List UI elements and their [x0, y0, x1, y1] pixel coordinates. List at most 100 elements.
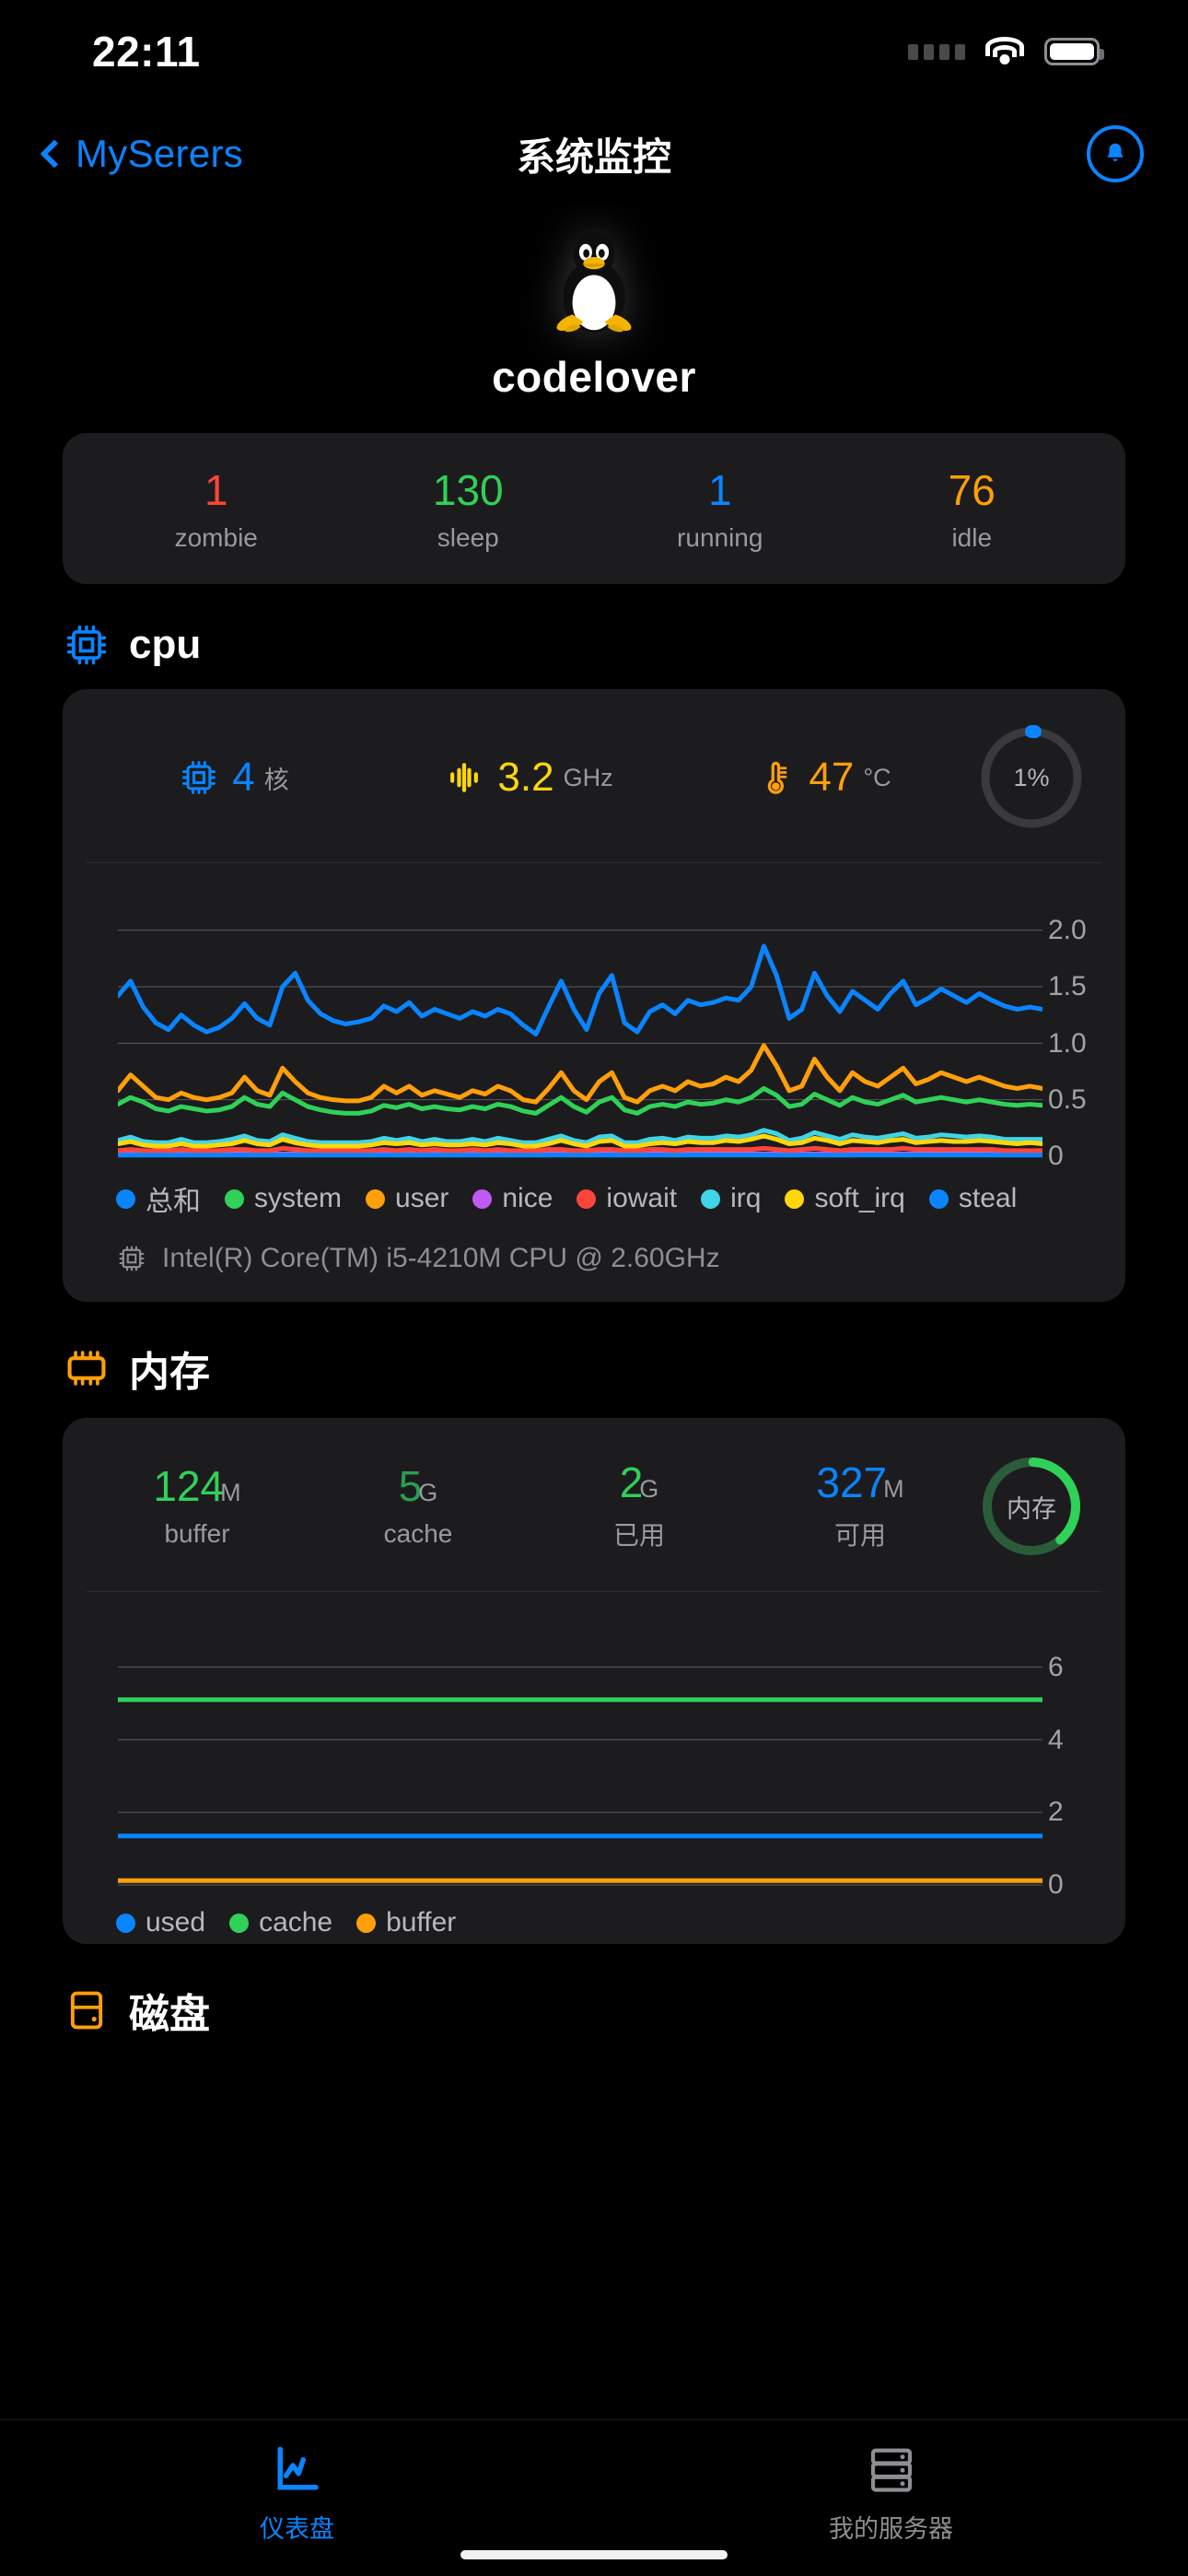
cpu-cores-value: 4 — [232, 755, 255, 801]
nav-bar: MySerers 系统监控 — [0, 103, 1188, 205]
legend-item: buffer — [356, 1907, 456, 1938]
legend-color-dot — [225, 1188, 244, 1209]
cpu-chip-icon — [66, 626, 107, 665]
legend-item: cache — [229, 1907, 332, 1938]
signal-dots-icon — [908, 43, 965, 60]
process-stat-running: 1 running — [594, 468, 846, 553]
dashboard-scroll[interactable]: codelover 1 zombie 130 sleep 1 running 7… — [0, 205, 1188, 2419]
cpu-cores-unit: 核 — [263, 766, 289, 794]
frequency-icon — [450, 763, 479, 793]
memory-chip-icon — [67, 1351, 106, 1387]
memory-stat-label: buffer — [164, 1519, 230, 1549]
legend-color-dot — [116, 1913, 135, 1933]
legend-item: soft_irq — [785, 1183, 905, 1214]
host-header: codelover — [0, 205, 1188, 402]
back-button[interactable]: MySerers — [40, 132, 244, 176]
process-stats-card: 1 zombie 130 sleep 1 running 76 idle — [63, 433, 1125, 585]
cpu-chip-icon — [119, 1246, 145, 1271]
disk-section-title: 磁盘 — [129, 1992, 210, 2038]
legend-label: used — [146, 1907, 206, 1938]
memory-usage-gauge: 内存 — [971, 1446, 1092, 1567]
wifi-icon — [985, 37, 1024, 66]
memory-chart-yaxis: 6 4 2 0 — [1042, 1618, 1109, 1901]
legend-label: user — [395, 1183, 449, 1214]
legend-label: irq — [730, 1183, 762, 1214]
legend-item: used — [116, 1907, 205, 1938]
memory-section-title: 内存 — [129, 1350, 210, 1396]
disk-section-header: 磁盘 — [63, 1981, 1188, 2040]
memory-stat-cache: 5G cache — [308, 1464, 529, 1549]
chart-series-line — [118, 946, 1042, 1035]
legend-color-dot — [356, 1913, 377, 1933]
memory-stat-available: 327M 可用 — [750, 1460, 971, 1552]
cpu-frequency-unit: GHz — [563, 763, 613, 791]
memory-chart-plot — [118, 1618, 1042, 1894]
process-stat-label: sleep — [437, 523, 499, 553]
cpu-stat-row: 4 核 3.2 GHz 47 °C 1% — [63, 689, 1125, 862]
disk-icon — [70, 1991, 103, 2030]
memory-stat-label: cache — [383, 1519, 453, 1549]
chart-ytick-label: 2.0 — [1048, 914, 1087, 945]
chevron-left-icon — [40, 139, 69, 169]
tab-dashboard-label: 仪表盘 — [260, 2515, 334, 2543]
cpu-temperature-value: 47 — [809, 755, 855, 801]
legend-label: 总和 — [146, 1187, 201, 1218]
process-stat-value: 1 — [707, 466, 732, 514]
process-stat-label: idle — [951, 523, 993, 553]
legend-label: buffer — [386, 1907, 457, 1938]
memory-stat-value: 327M — [750, 1460, 971, 1505]
legend-label: steal — [958, 1183, 1018, 1214]
process-stat-zombie: 1 zombie — [90, 468, 343, 553]
legend-item: irq — [701, 1183, 761, 1214]
memory-stat-unit: G — [639, 1475, 659, 1504]
chart-ytick-label: 1.5 — [1048, 971, 1087, 1002]
cpu-card: 4 核 3.2 GHz 47 °C 1% 2.0 1.5 1.0 0.5 0 总… — [63, 689, 1125, 1303]
memory-stat-unit: G — [418, 1479, 438, 1507]
legend-item: 总和 — [116, 1178, 201, 1219]
tab-my-servers[interactable]: 我的服务器 — [594, 2442, 1188, 2545]
battery-icon — [1044, 38, 1104, 65]
chart-ytick-label: 1.0 — [1048, 1027, 1087, 1059]
legend-label: nice — [502, 1183, 553, 1214]
legend-item: steal — [928, 1183, 1018, 1214]
tab-bar: 仪表盘 我的服务器 — [0, 2419, 1188, 2576]
cpu-section-header: cpu — [63, 621, 1188, 669]
legend-label: iowait — [606, 1183, 678, 1214]
back-button-label: MySerers — [76, 132, 244, 175]
memory-stat-unit: M — [220, 1479, 241, 1507]
cpu-model-row: Intel(R) Core(TM) i5-4210M CPU @ 2.60GHz — [63, 1224, 1125, 1302]
hostname: codelover — [492, 353, 696, 401]
app-screen: 22:11 MySerers 系统监控 codelover 1 zombie 1… — [0, 0, 1188, 2576]
process-stat-value: 76 — [948, 466, 996, 514]
memory-chart: 6 4 2 0 used cache buffer — [63, 1592, 1125, 1944]
status-bar: 22:11 — [0, 0, 1188, 103]
memory-stat-value: 124M — [87, 1464, 308, 1508]
legend-color-dot — [577, 1188, 597, 1209]
memory-gauge-label: 内存 — [1007, 1494, 1056, 1523]
tab-dashboard[interactable]: 仪表盘 — [0, 2442, 594, 2545]
legend-item: iowait — [577, 1183, 677, 1214]
legend-color-dot — [116, 1188, 135, 1209]
cpu-chart-legend: 总和 system user nice iowait irq soft_irq steal — [63, 1165, 1125, 1219]
memory-stat-used: 2G 已用 — [529, 1460, 750, 1552]
process-stat-value: 1 — [204, 466, 228, 514]
chart-ytick-label: 0 — [1048, 1141, 1064, 1172]
process-stat-label: running — [677, 523, 763, 553]
notification-button[interactable] — [1087, 125, 1144, 182]
memory-stat-value: 2G — [529, 1460, 750, 1505]
process-stat-idle: 76 idle — [846, 468, 1099, 553]
cpu-cores-stat: 4 核 — [87, 755, 381, 801]
home-indicator — [460, 2550, 728, 2559]
memory-stat-number: 124 — [153, 1462, 225, 1511]
cpu-temperature-unit: °C — [863, 763, 891, 791]
chart-ytick-label: 0 — [1048, 1869, 1064, 1901]
server-rack-icon — [870, 2448, 912, 2492]
status-indicators — [908, 37, 1104, 66]
legend-color-dot — [472, 1188, 493, 1209]
cpu-gauge-label: 1% — [1013, 763, 1050, 791]
chart-ytick-label: 4 — [1048, 1724, 1064, 1755]
cpu-frequency-value: 3.2 — [497, 755, 554, 801]
process-stat-value: 130 — [432, 466, 504, 514]
chart-series-line — [118, 1149, 1042, 1151]
status-clock: 22:11 — [92, 28, 201, 76]
